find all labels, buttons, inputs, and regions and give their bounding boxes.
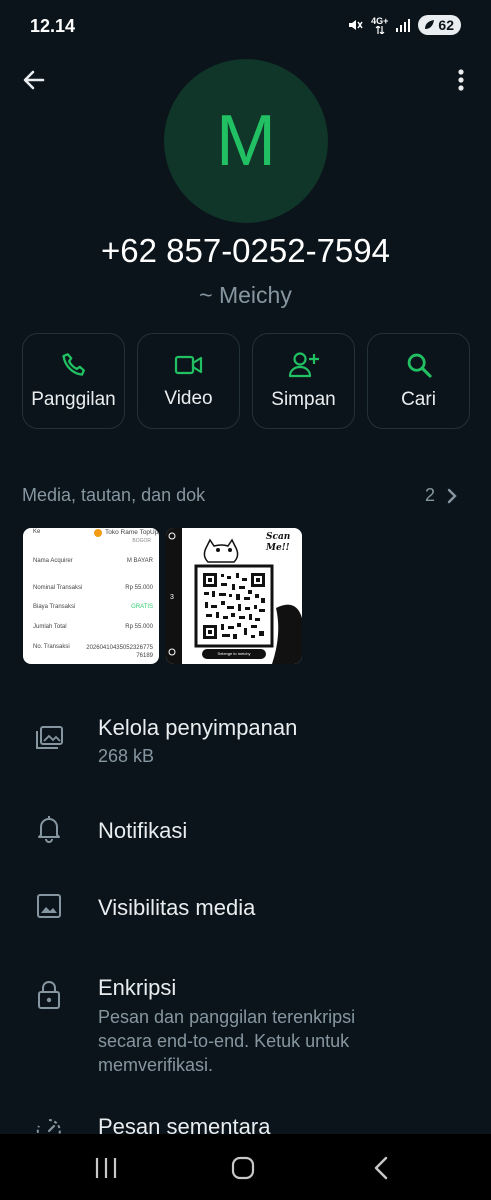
- setting-subtitle: Pesan dan panggilan terenkripsi secara e…: [98, 1007, 356, 1075]
- svg-text:3: 3: [170, 594, 174, 601]
- status-time: 12.14: [30, 16, 76, 36]
- timer-icon: [34, 1116, 64, 1134]
- receipt-row-value: GRATIS: [131, 604, 153, 610]
- call-button[interactable]: Panggilan: [22, 333, 125, 429]
- image-icon: [34, 891, 64, 921]
- qr-poster-title: Scan Me!!: [266, 532, 291, 553]
- media-thumbnail-receipt[interactable]: Ke Toko Rame TopUp BOGOR Nama Acquirer M…: [23, 528, 159, 664]
- contact-avatar[interactable]: M: [164, 59, 328, 223]
- call-button-label: Panggilan: [31, 389, 116, 410]
- receipt-row-value: M BAYAR: [126, 558, 153, 564]
- video-button-label: Video: [164, 388, 213, 409]
- bell-icon: [34, 814, 64, 844]
- data-arrows-icon: [375, 25, 385, 34]
- lock-icon: [34, 980, 64, 1010]
- battery-indicator: 62: [418, 15, 461, 35]
- more-options-button[interactable]: [449, 64, 473, 96]
- setting-title: Kelola penyimpanan: [98, 715, 298, 740]
- receipt-row-value: 2026041043505232677576189: [86, 645, 153, 659]
- status-bar: 12.14 4G+ 62: [0, 0, 491, 52]
- search-button-label: Cari: [401, 389, 436, 410]
- mute-icon: [349, 20, 363, 30]
- setting-title: Enkripsi: [98, 975, 177, 1000]
- nav-back-button[interactable]: [361, 1148, 401, 1188]
- save-contact-label: Simpan: [271, 389, 336, 410]
- media-count-link[interactable]: 2: [425, 485, 457, 506]
- signal-icon: [396, 19, 411, 32]
- battery-level: 62: [438, 17, 454, 33]
- setting-title: Notifikasi: [98, 818, 188, 843]
- status-icons: 4G+ 62: [347, 15, 461, 35]
- recent-apps-button[interactable]: [86, 1148, 126, 1188]
- video-icon: [174, 355, 202, 375]
- home-button[interactable]: [223, 1148, 263, 1188]
- setting-encryption[interactable]: Enkripsi Pesan dan panggilan terenkripsi…: [0, 960, 491, 1080]
- network-indicator: 4G+: [371, 15, 389, 34]
- search-icon: [407, 353, 432, 378]
- system-navigation-bar: [0, 1134, 491, 1200]
- more-vertical-icon: [458, 69, 464, 91]
- phone-icon: [61, 353, 85, 376]
- arrow-left-icon: [23, 70, 45, 90]
- search-button[interactable]: Cari: [367, 333, 470, 429]
- quick-actions: Panggilan Video Simpan Cari: [22, 333, 470, 429]
- receipt-row-label: No. Transaksi: [33, 644, 70, 650]
- chevron-right-icon: [447, 488, 457, 503]
- receipt-row: Biaya Transaksi GRATIS: [33, 604, 153, 610]
- receipt-city: BOGOR: [132, 538, 151, 544]
- video-button[interactable]: Video: [137, 333, 240, 429]
- add-contact-icon: [288, 352, 319, 378]
- receipt-row-label: Biaya Transaksi: [33, 604, 76, 610]
- receipt-merchant-badge: [94, 529, 102, 537]
- setting-disappearing-messages[interactable]: Pesan sementara: [0, 1100, 491, 1134]
- setting-media-visibility[interactable]: Visibilitas media: [0, 876, 491, 940]
- receipt-to-label: Ke: [33, 529, 41, 535]
- media-count: 2: [424, 485, 435, 505]
- receipt-row: Nama Acquirer M BAYAR: [33, 558, 153, 564]
- media-section-title[interactable]: Media, tautan, dan dok: [22, 485, 205, 506]
- back-button[interactable]: [18, 64, 50, 96]
- receipt-row: No. Transaksi 2026041043505232677576189: [33, 644, 153, 660]
- qr-poster-footer: Selenge to meichy: [217, 651, 251, 656]
- receipt-row-label: Nominal Transaksi: [33, 585, 83, 591]
- setting-title: Visibilitas media: [98, 895, 256, 920]
- receipt-row-label: Nama Acquirer: [33, 558, 73, 564]
- contact-phone: +62 857-0252-7594: [100, 232, 390, 269]
- storage-icon: [34, 724, 64, 754]
- recent-apps-icon: [95, 1158, 117, 1178]
- receipt-row-label: Jumlah Total: [33, 624, 67, 630]
- setting-storage[interactable]: Kelola penyimpanan 268 kB: [0, 700, 491, 790]
- media-thumbnail-qr[interactable]: 3 Scan Me!! Selenge to meichy: [166, 528, 302, 664]
- setting-title: Pesan sementara: [98, 1114, 271, 1134]
- setting-subtitle: 268 kB: [98, 746, 155, 766]
- contact-name: ~ Meichy: [199, 282, 292, 308]
- chevron-left-icon: [374, 1156, 388, 1180]
- receipt-row: Nominal Transaksi Rp 55.000: [33, 585, 153, 591]
- receipt-row-value: Rp 55.000: [125, 585, 153, 591]
- setting-notifications[interactable]: Notifikasi: [0, 800, 491, 864]
- battery-leaf-icon: [425, 20, 435, 29]
- receipt-merchant: Toko Rame TopUp: [105, 529, 159, 536]
- home-icon: [231, 1156, 255, 1180]
- save-contact-button[interactable]: Simpan: [252, 333, 355, 429]
- receipt-row-value: Rp 55.000: [125, 624, 153, 630]
- network-label: 4G+: [371, 15, 389, 26]
- receipt-row: Jumlah Total Rp 55.000: [33, 624, 153, 630]
